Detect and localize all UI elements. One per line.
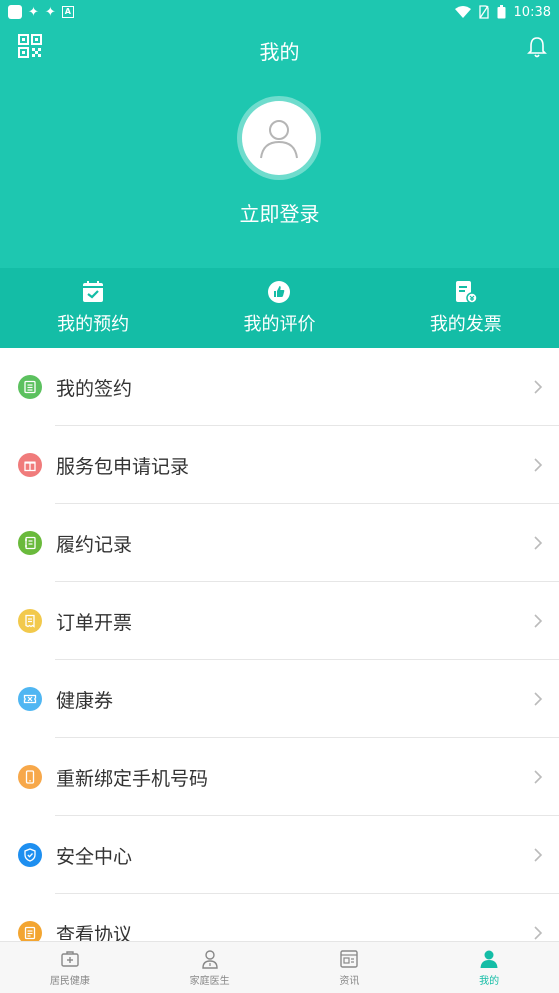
- quick-actions: 我的预约 我的评价 我的发票: [0, 268, 559, 348]
- quick-my-invoices[interactable]: 我的发票: [373, 268, 559, 348]
- chevron-right-icon: [534, 770, 543, 784]
- menu-item-label: 健康券: [56, 689, 114, 712]
- menu-item-service-package-records[interactable]: 服务包申请记录: [0, 426, 559, 504]
- quick-label: 我的评价: [243, 314, 316, 335]
- phone-icon: [18, 765, 42, 789]
- tab-label: 家庭医生: [189, 975, 230, 987]
- menu-item-my-contract[interactable]: 我的签约: [0, 348, 559, 426]
- tab-label: 居民健康: [49, 975, 90, 987]
- menu-item-health-voucher[interactable]: 健康券: [0, 660, 559, 738]
- notification-icon: [8, 5, 22, 19]
- status-bar: ✦ ✦ A 10:38: [0, 0, 559, 24]
- bottom-tab-bar: 居民健康 家庭医生 资讯 我的: [0, 941, 559, 993]
- bell-icon[interactable]: [527, 36, 547, 58]
- quick-label: 我的预约: [57, 314, 130, 335]
- notebook-icon: [18, 531, 42, 555]
- tab-news[interactable]: 资讯: [280, 942, 420, 993]
- invoice-icon: [455, 281, 478, 304]
- ticket-icon: [18, 687, 42, 711]
- a-badge-icon: A: [61, 6, 74, 18]
- menu-item-label: 安全中心: [56, 845, 133, 868]
- chevron-right-icon: [534, 926, 543, 940]
- tab-resident-health[interactable]: 居民健康: [0, 942, 140, 993]
- app-notification-icon: ✦: [44, 4, 56, 20]
- quick-my-reviews[interactable]: 我的评价: [186, 268, 372, 348]
- chevron-right-icon: [534, 536, 543, 550]
- chevron-right-icon: [534, 692, 543, 706]
- menu-item-fulfillment-records[interactable]: 履约记录: [0, 504, 559, 582]
- tab-label: 我的: [479, 975, 500, 987]
- no-sim-icon: [478, 5, 489, 19]
- menu-item-label: 服务包申请记录: [56, 455, 190, 478]
- thumbs-up-icon: [268, 281, 291, 303]
- news-icon: [340, 949, 359, 968]
- shield-icon: [18, 843, 42, 867]
- login-button[interactable]: 立即登录: [0, 198, 559, 227]
- chevron-right-icon: [534, 848, 543, 862]
- user-placeholder-icon: [260, 120, 298, 159]
- menu-item-label: 履约记录: [56, 533, 133, 556]
- quick-label: 我的发票: [429, 314, 502, 335]
- app-notification-icon: ✦: [28, 4, 39, 20]
- wifi-icon: [454, 6, 471, 18]
- doctor-icon: [201, 949, 218, 969]
- page-title: 我的: [259, 40, 300, 64]
- quick-my-appointments[interactable]: 我的预约: [0, 268, 186, 348]
- gift-icon: [18, 453, 42, 477]
- calendar-check-icon: [83, 281, 104, 302]
- menu-list: 我的签约 服务包申请记录 履约记录 订单开票 健康券 重新绑定手机号码 安全中心…: [0, 348, 559, 972]
- receipt-icon: [18, 609, 42, 633]
- chevron-right-icon: [534, 458, 543, 472]
- menu-item-rebind-phone[interactable]: 重新绑定手机号码: [0, 738, 559, 816]
- battery-icon: [497, 5, 506, 19]
- menu-item-order-invoice[interactable]: 订单开票: [0, 582, 559, 660]
- person-icon: [480, 950, 498, 968]
- menu-item-label: 重新绑定手机号码: [56, 767, 209, 790]
- tab-mine[interactable]: 我的: [419, 942, 559, 993]
- menu-item-label: 订单开票: [56, 611, 133, 634]
- menu-item-label: 我的签约: [56, 377, 133, 400]
- chevron-right-icon: [534, 614, 543, 628]
- contract-list-icon: [18, 375, 42, 399]
- avatar[interactable]: [237, 96, 321, 180]
- profile-header: 我的 立即登录: [0, 24, 559, 268]
- tab-label: 资讯: [339, 975, 360, 987]
- medkit-icon: [61, 950, 79, 967]
- chevron-right-icon: [534, 380, 543, 394]
- tab-family-doctor[interactable]: 家庭医生: [140, 942, 280, 993]
- menu-item-security-center[interactable]: 安全中心: [0, 816, 559, 894]
- clock: 10:38: [513, 4, 551, 20]
